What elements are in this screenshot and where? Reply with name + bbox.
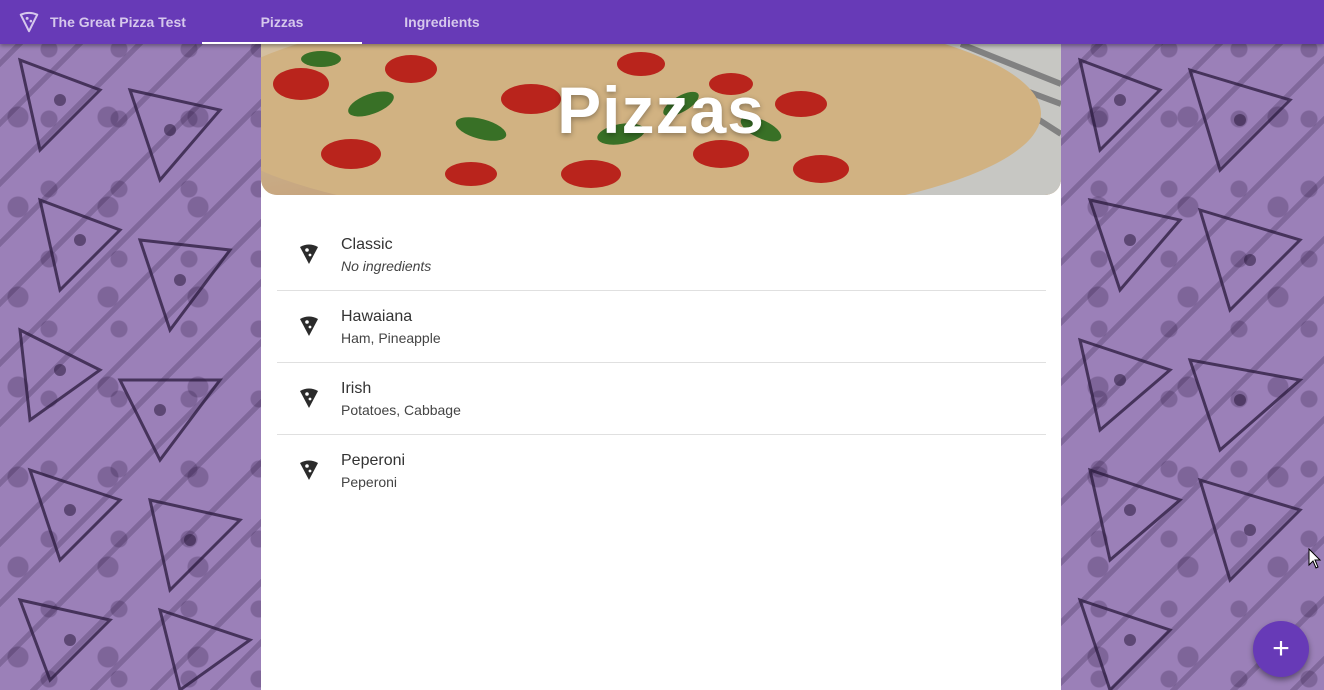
tab-ingredients[interactable]: Ingredients bbox=[362, 0, 522, 44]
list-item[interactable]: Hawaiana Ham, Pineapple bbox=[277, 291, 1046, 363]
pizza-name: Peperoni bbox=[341, 452, 406, 469]
app-bar: The Great Pizza Test Pizzas Ingredients bbox=[0, 0, 1324, 44]
page-title: Pizzas bbox=[557, 73, 765, 147]
pizza-name: Irish bbox=[341, 380, 372, 397]
add-pizza-button[interactable]: + bbox=[1253, 621, 1309, 677]
hero-banner: Pizzas bbox=[261, 44, 1061, 195]
list-item[interactable]: Irish Potatoes, Cabbage bbox=[277, 363, 1046, 435]
pizza-list: Classic No ingredients Hawaiana Ham, Pin… bbox=[277, 219, 1046, 506]
brand[interactable]: The Great Pizza Test bbox=[18, 0, 186, 44]
pizza-slice-icon bbox=[299, 459, 319, 481]
app-title: The Great Pizza Test bbox=[50, 14, 186, 30]
pizza-slice-icon bbox=[299, 387, 319, 409]
pizza-ingredients: Ham, Pineapple bbox=[341, 330, 441, 346]
tab-pizzas[interactable]: Pizzas bbox=[202, 0, 362, 44]
pizza-ingredients: Peperoni bbox=[341, 474, 398, 490]
add-icon: + bbox=[1272, 632, 1290, 665]
pizza-slice-icon bbox=[299, 315, 319, 337]
pizza-ingredients: Potatoes, Cabbage bbox=[341, 402, 461, 418]
list-item[interactable]: Classic No ingredients bbox=[277, 219, 1046, 291]
mouse-cursor-icon bbox=[1308, 548, 1322, 569]
list-item[interactable]: Peperoni Peperoni bbox=[277, 435, 1046, 506]
pizza-slice-icon bbox=[299, 243, 319, 265]
pizza-slice-icon bbox=[18, 11, 40, 33]
pizza-name: Hawaiana bbox=[341, 308, 413, 325]
pizza-ingredients: No ingredients bbox=[341, 258, 432, 274]
main-card: Pizzas Classic No ingredients Hawaiana H… bbox=[261, 44, 1061, 690]
pizza-name: Classic bbox=[341, 236, 393, 253]
